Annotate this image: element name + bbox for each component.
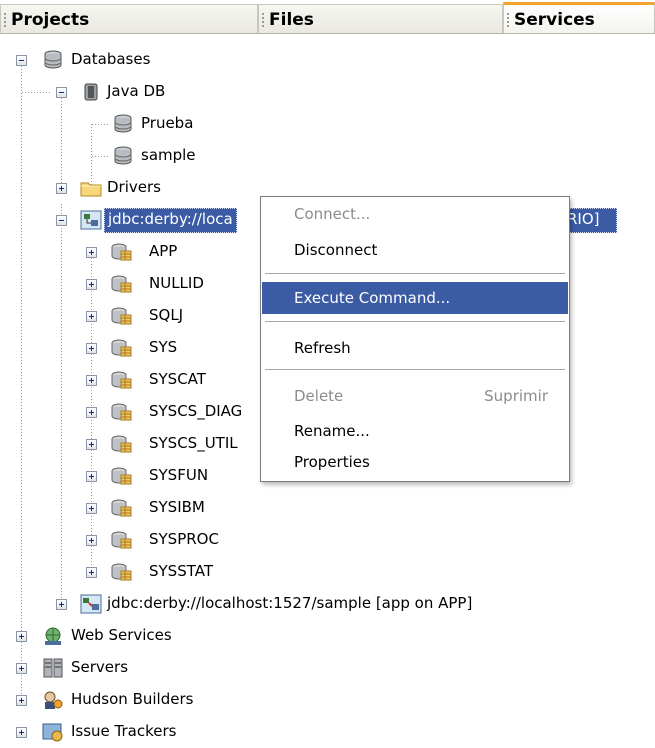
collapse-toggle[interactable] bbox=[56, 215, 67, 226]
tab-bar: Projects Files Services bbox=[0, 0, 655, 36]
node-label: jdbc:derby://localhost:1527/sample [app … bbox=[107, 594, 473, 612]
node-label: Servers bbox=[71, 658, 129, 676]
tree-node-issue-trackers[interactable]: Issue Trackers bbox=[0, 716, 655, 748]
menu-item-connect: Connect... bbox=[294, 205, 371, 223]
expand-toggle[interactable] bbox=[86, 407, 97, 418]
expand-toggle[interactable] bbox=[86, 343, 97, 354]
schema-icon bbox=[110, 274, 132, 294]
menu-item-execute-command[interactable]: Execute Command... bbox=[262, 282, 568, 314]
expand-toggle[interactable] bbox=[86, 471, 97, 482]
tree-node-databases[interactable]: Databases bbox=[0, 44, 655, 76]
tree-node-web-services[interactable]: Web Services bbox=[0, 620, 655, 652]
node-label: jdbc:derby://loca bbox=[104, 208, 237, 233]
node-label: SYSIBM bbox=[149, 498, 205, 516]
schema-icon bbox=[110, 402, 132, 422]
schema-icon bbox=[110, 498, 132, 518]
menu-item-label: Delete bbox=[294, 387, 344, 405]
expand-toggle[interactable] bbox=[16, 695, 27, 706]
expand-toggle[interactable] bbox=[86, 311, 97, 322]
tab-projects[interactable]: Projects bbox=[0, 4, 258, 34]
collapse-toggle[interactable] bbox=[16, 55, 27, 66]
menu-item-rename[interactable]: Rename... bbox=[262, 415, 568, 447]
node-label: SYSCS_UTIL bbox=[149, 434, 238, 452]
tree-node-hudson-builders[interactable]: Hudson Builders bbox=[0, 684, 655, 716]
node-label: SYSCS_DIAG bbox=[149, 402, 243, 420]
database-icon bbox=[112, 146, 134, 166]
expand-toggle[interactable] bbox=[86, 279, 97, 290]
schema-icon bbox=[110, 306, 132, 326]
node-label: SQLJ bbox=[149, 306, 184, 324]
menu-item-delete: Delete Suprimir bbox=[262, 380, 568, 412]
hudson-icon bbox=[42, 690, 64, 710]
collapse-toggle[interactable] bbox=[56, 87, 67, 98]
menu-item-refresh[interactable]: Refresh bbox=[262, 332, 568, 364]
connection-broken-icon bbox=[80, 594, 102, 614]
tree-node-connection-sample[interactable]: jdbc:derby://localhost:1527/sample [app … bbox=[0, 588, 655, 620]
schema-icon bbox=[110, 530, 132, 550]
servers-icon bbox=[42, 658, 64, 678]
tab-services[interactable]: Services bbox=[503, 2, 655, 34]
expand-toggle[interactable] bbox=[86, 503, 97, 514]
node-label: Prueba bbox=[141, 114, 194, 132]
expand-toggle[interactable] bbox=[56, 183, 67, 194]
schema-icon bbox=[110, 242, 132, 262]
database-icon bbox=[112, 114, 134, 134]
expand-toggle[interactable] bbox=[16, 727, 27, 738]
node-label-tail: RIO] bbox=[563, 208, 617, 233]
database-icon bbox=[42, 50, 64, 70]
node-label: Issue Trackers bbox=[71, 722, 177, 740]
menu-item-disconnect[interactable]: Disconnect bbox=[262, 234, 568, 266]
menu-separator bbox=[265, 273, 565, 275]
node-label: Hudson Builders bbox=[71, 690, 194, 708]
node-label: NULLID bbox=[149, 274, 204, 292]
node-label: SYSFUN bbox=[149, 466, 209, 484]
schema-icon bbox=[110, 434, 132, 454]
expand-toggle[interactable] bbox=[56, 599, 67, 610]
menu-item-properties[interactable]: Properties bbox=[262, 446, 568, 478]
node-label: SYSPROC bbox=[149, 530, 219, 548]
tree-node-sample[interactable]: sample bbox=[0, 140, 655, 172]
expand-toggle[interactable] bbox=[86, 375, 97, 386]
tree-node-schema[interactable]: SYSSTAT bbox=[0, 556, 655, 588]
issue-tracker-icon bbox=[42, 722, 64, 742]
tree-node-java-db[interactable]: Java DB bbox=[0, 76, 655, 108]
schema-icon bbox=[110, 370, 132, 390]
expand-toggle[interactable] bbox=[86, 247, 97, 258]
schema-icon bbox=[110, 338, 132, 358]
expand-toggle[interactable] bbox=[16, 631, 27, 642]
schema-icon bbox=[110, 562, 132, 582]
node-label: Web Services bbox=[71, 626, 172, 644]
expand-toggle[interactable] bbox=[86, 439, 97, 450]
node-label: SYSCAT bbox=[149, 370, 206, 388]
node-label: APP bbox=[149, 242, 178, 260]
node-label: Drivers bbox=[107, 178, 161, 196]
menu-separator bbox=[265, 321, 565, 323]
tree-node-prueba[interactable]: Prueba bbox=[0, 108, 655, 140]
schema-icon bbox=[110, 466, 132, 486]
expand-toggle[interactable] bbox=[86, 535, 97, 546]
node-label: sample bbox=[141, 146, 196, 164]
folder-icon bbox=[80, 178, 102, 198]
tree-node-servers[interactable]: Servers bbox=[0, 652, 655, 684]
web-services-icon bbox=[42, 626, 64, 646]
expand-toggle[interactable] bbox=[16, 663, 27, 674]
tab-files[interactable]: Files bbox=[258, 4, 503, 34]
shortcut-label: Suprimir bbox=[484, 387, 548, 405]
tree-node-schema[interactable]: SYSPROC bbox=[0, 524, 655, 556]
node-label: SYSSTAT bbox=[149, 562, 213, 580]
connection-icon bbox=[80, 210, 102, 230]
tree-node-schema[interactable]: SYSIBM bbox=[0, 492, 655, 524]
context-menu: Connect... Disconnect Execute Command...… bbox=[260, 196, 570, 482]
node-label: SYS bbox=[149, 338, 178, 356]
menu-separator bbox=[265, 369, 565, 371]
node-label: Java DB bbox=[107, 82, 166, 100]
node-label: Databases bbox=[71, 50, 151, 68]
expand-toggle[interactable] bbox=[86, 567, 97, 578]
java-db-icon bbox=[80, 82, 102, 102]
